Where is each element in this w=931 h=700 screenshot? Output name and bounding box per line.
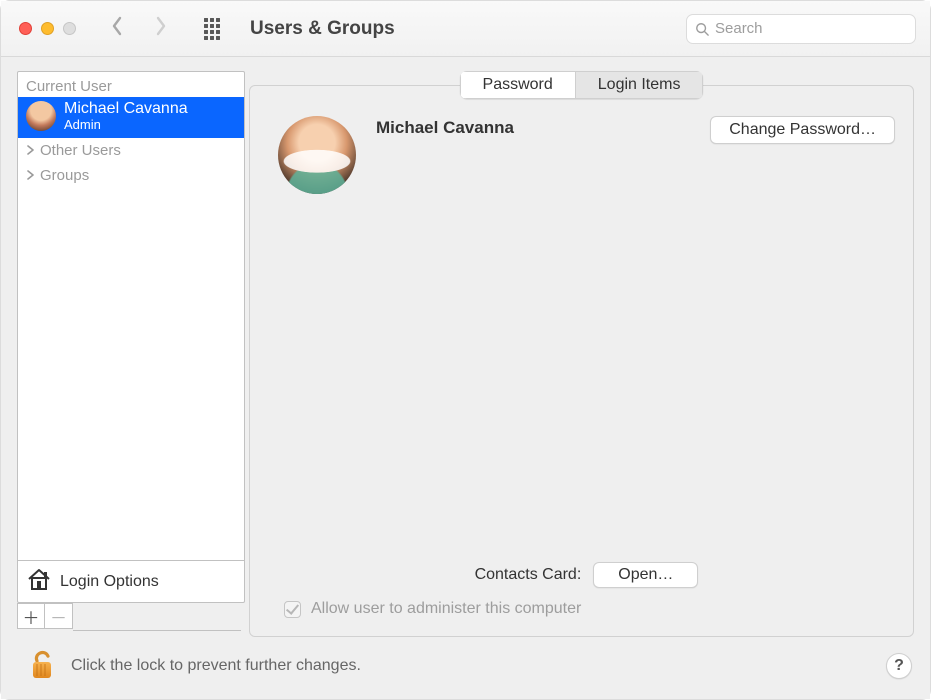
zoom-window-button[interactable] [63,22,76,35]
sidebar-user-name: Michael Cavanna [64,100,188,118]
remove-user-button[interactable]: － [45,603,73,629]
minimize-window-button[interactable] [41,22,54,35]
login-options-button[interactable]: Login Options [18,560,244,602]
contacts-card-label: Contacts Card: [475,566,582,584]
add-user-button[interactable]: ＋ [17,603,45,629]
main-content: Password Login Items Michael Cavanna Cha… [241,57,930,637]
add-remove-bar: ＋ － [17,603,241,631]
lock-footer: Click the lock to prevent further change… [1,637,930,699]
nav-controls [110,16,168,41]
search-icon [695,22,709,36]
sidebar-current-user-row[interactable]: Michael Cavanna Admin [18,97,244,138]
house-icon [26,567,52,596]
admin-checkbox-label: Allow user to administer this computer [311,600,581,618]
admin-checkbox-row: Allow user to administer this computer [278,600,895,618]
chevron-right-icon [26,170,36,180]
show-all-prefs-button[interactable] [202,19,222,39]
user-display-name: Michael Cavanna [376,116,690,138]
tabs: Password Login Items [249,71,914,99]
body: Current User Michael Cavanna Admin Other… [1,57,930,637]
sidebar-container: Current User Michael Cavanna Admin Other… [1,57,241,637]
sidebar-group-other-users[interactable]: Other Users [18,138,244,163]
sidebar-group-groups[interactable]: Groups [18,163,244,188]
users-sidebar: Current User Michael Cavanna Admin Other… [17,71,245,603]
help-button[interactable]: ? [886,653,912,679]
user-header-row: Michael Cavanna Change Password… [278,116,895,194]
login-options-label: Login Options [60,573,159,591]
forward-button[interactable] [154,16,168,41]
back-button[interactable] [110,16,124,41]
avatar-icon [26,101,56,131]
sidebar-user-role: Admin [64,118,188,132]
open-contacts-card-button[interactable]: Open… [593,562,698,588]
contacts-card-row: Contacts Card: Open… [278,562,895,588]
sidebar-item-label: Groups [40,167,89,184]
password-panel: Michael Cavanna Change Password… Contact… [249,85,914,637]
user-avatar[interactable] [278,116,356,194]
lock-icon[interactable] [29,647,55,686]
tab-login-items[interactable]: Login Items [576,71,704,99]
close-window-button[interactable] [19,22,32,35]
search-placeholder: Search [715,20,763,37]
titlebar: Users & Groups Search [1,1,930,57]
window-title: Users & Groups [250,18,395,40]
tab-password[interactable]: Password [460,71,576,99]
search-input[interactable]: Search [686,14,916,44]
change-password-button[interactable]: Change Password… [710,116,895,144]
admin-checkbox [284,601,301,618]
preferences-window: Users & Groups Search Current User Micha… [0,0,931,700]
sidebar-section-current-user: Current User [18,72,244,97]
window-controls [19,22,76,35]
chevron-right-icon [26,145,36,155]
sidebar-item-label: Other Users [40,142,121,159]
lock-footer-text: Click the lock to prevent further change… [71,657,361,675]
